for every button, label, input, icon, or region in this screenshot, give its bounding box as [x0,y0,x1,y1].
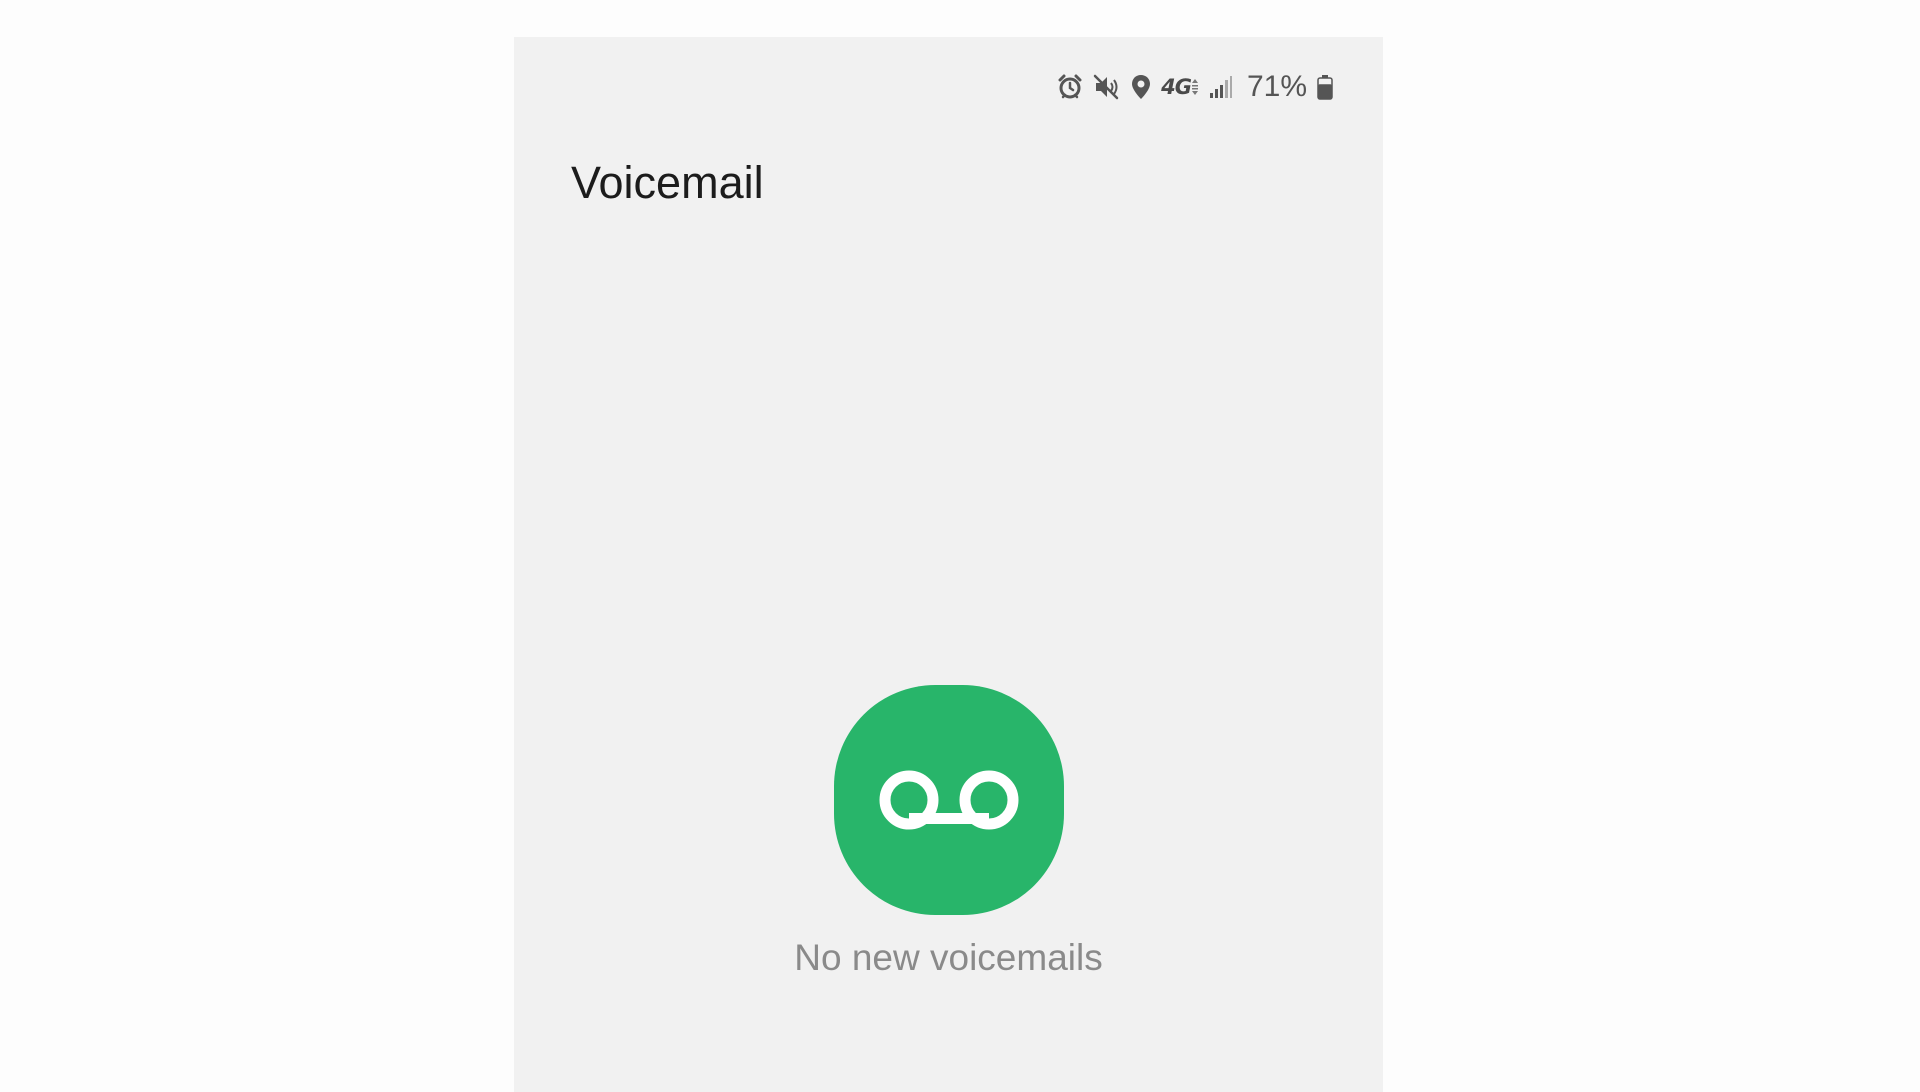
network-label: 4G [1161,75,1192,99]
empty-state: No new voicemails [514,685,1383,979]
mute-icon [1093,72,1121,102]
battery-percent: 71% [1246,70,1307,103]
voicemail-badge [833,685,1064,915]
location-icon [1131,72,1151,102]
page-title: Voicemail [571,157,764,208]
empty-state-message: No new voicemails [794,937,1103,978]
phone-screen: 4G 71% Voicemail No new voicemails [514,37,1383,1092]
alarm-icon [1057,72,1083,102]
battery-icon [1317,72,1333,102]
status-bar: 4G 71% [1057,67,1333,107]
network-4g-icon: 4G [1161,72,1199,102]
signal-icon [1209,72,1233,102]
voicemail-icon [879,770,1018,830]
